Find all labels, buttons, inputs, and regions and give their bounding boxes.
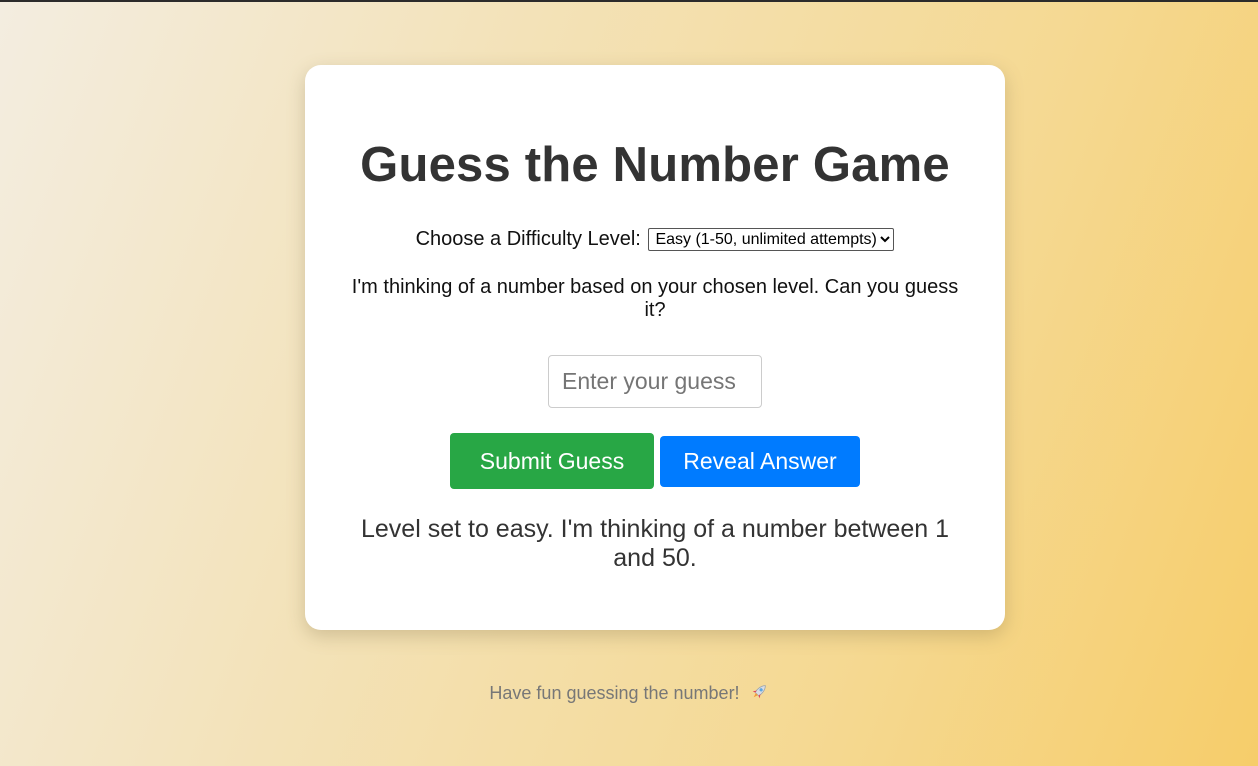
game-card: Guess the Number Game Choose a Difficult… <box>305 65 1005 630</box>
intro-text: I'm thinking of a number based on your c… <box>351 276 959 321</box>
button-row: Submit Guess Reveal Answer <box>350 433 960 489</box>
rocket-icon <box>749 682 769 704</box>
page: { "game": { "title": "Guess the Number G… <box>0 0 1258 766</box>
reveal-answer-button[interactable]: Reveal Answer <box>660 435 860 487</box>
footer-text: Have fun guessing the number! <box>489 683 740 703</box>
status-message: Level set to easy. I'm thinking of a num… <box>361 515 949 572</box>
footer: Have fun guessing the number! <box>0 682 1258 704</box>
difficulty-select[interactable]: Easy (1-50, unlimited attempts) <box>648 228 895 251</box>
submit-guess-button[interactable]: Submit Guess <box>450 433 654 489</box>
difficulty-label: Choose a Difficulty Level: <box>415 228 641 250</box>
page-title: Guess the Number Game <box>360 138 950 192</box>
guess-input[interactable] <box>548 355 762 408</box>
difficulty-row: Choose a Difficulty Level: Easy (1-50, u… <box>350 227 960 251</box>
